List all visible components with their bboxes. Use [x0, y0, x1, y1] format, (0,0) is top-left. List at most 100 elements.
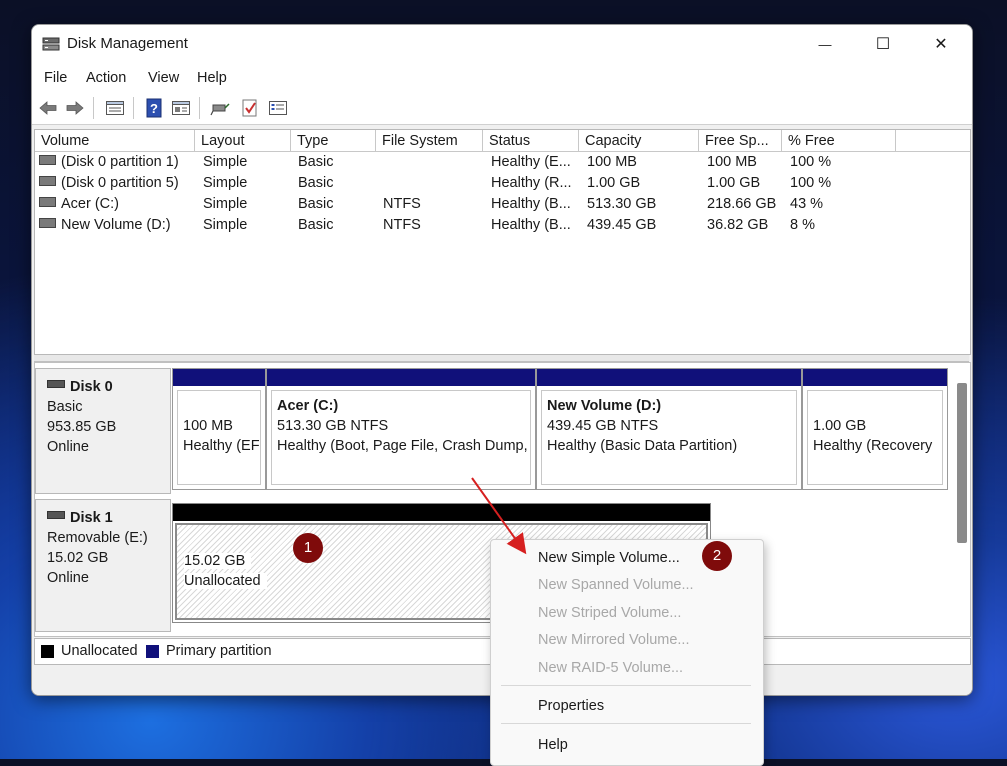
- menu-new-mirrored-volume[interactable]: New Mirrored Volume...: [538, 632, 690, 648]
- close-icon: ✕: [934, 36, 948, 53]
- partition-status: Healthy (Boot, Page File, Crash Dump,: [277, 438, 528, 454]
- table-row[interactable]: (Disk 0 partition 1): [39, 152, 193, 173]
- partition-status: Unallocated: [184, 573, 267, 589]
- partition-status: Healthy (EF: [183, 438, 260, 454]
- menu-new-striped-volume[interactable]: New Striped Volume...: [538, 605, 681, 621]
- disk-type: Basic: [47, 399, 83, 415]
- menu-new-raid5-volume[interactable]: New RAID-5 Volume...: [538, 660, 683, 676]
- volume-icon: [39, 218, 56, 229]
- partition-bar: [173, 504, 710, 521]
- maximize-icon: ☐: [875, 36, 891, 53]
- primary-partition-swatch: [146, 645, 159, 658]
- partition-efi[interactable]: 100 MB Healthy (EF: [172, 368, 266, 490]
- menu-help-item[interactable]: Help: [538, 737, 568, 753]
- column-header-layout[interactable]: Layout: [195, 130, 291, 152]
- column-header-capacity[interactable]: Capacity: [579, 130, 699, 152]
- disk-management-icon: [42, 37, 60, 51]
- column-header-volume[interactable]: Volume: [35, 130, 195, 152]
- context-menu: New Simple Volume... New Spanned Volume.…: [490, 539, 764, 766]
- menu-action[interactable]: Action: [86, 70, 126, 86]
- partition-c[interactable]: Acer (C:) 513.30 GB NTFS Healthy (Boot, …: [266, 368, 536, 490]
- details-icon[interactable]: [268, 98, 288, 118]
- cell-type: Basic: [298, 175, 334, 191]
- properties-icon[interactable]: [171, 98, 191, 118]
- legend-primary-partition: Primary partition: [166, 643, 272, 659]
- partition-title: Acer (C:): [277, 398, 339, 414]
- menu-help[interactable]: Help: [197, 70, 227, 86]
- partition-d[interactable]: New Volume (D:) 439.45 GB NTFS Healthy (…: [536, 368, 802, 490]
- back-arrow-icon[interactable]: [38, 98, 58, 118]
- menu-view[interactable]: View: [148, 70, 179, 86]
- disk-0-label[interactable]: Disk 0 Basic 953.85 GB Online: [35, 368, 171, 494]
- toolbar: ?: [32, 91, 972, 125]
- partition-bar: [803, 369, 947, 386]
- table-row[interactable]: New Volume (D:): [39, 215, 193, 236]
- toolbar-separator: [93, 97, 94, 119]
- disk-status: Online: [47, 570, 89, 586]
- partition-recovery[interactable]: 1.00 GB Healthy (Recovery: [802, 368, 948, 490]
- volume-name: Acer (C:): [61, 196, 119, 212]
- cell-capacity: 439.45 GB: [587, 217, 657, 233]
- maximize-button[interactable]: ☐: [854, 25, 912, 63]
- cell-file-system: NTFS: [383, 196, 421, 212]
- toolbar-separator: [133, 97, 134, 119]
- partition-title: New Volume (D:): [547, 398, 662, 414]
- menu-properties[interactable]: Properties: [538, 698, 604, 714]
- disk-name: Disk 0: [70, 379, 113, 395]
- forward-arrow-icon[interactable]: [65, 98, 85, 118]
- volume-icon: [39, 197, 56, 208]
- partition-title: [183, 396, 260, 416]
- disk-name: Disk 1: [70, 510, 113, 526]
- vertical-scrollbar[interactable]: [957, 383, 967, 543]
- toolbar-separator: [199, 97, 200, 119]
- volume-name: New Volume (D:): [61, 217, 171, 233]
- disk-type: Removable (E:): [47, 530, 148, 546]
- minimize-icon: —: [818, 36, 832, 52]
- cell-file-system: NTFS: [383, 217, 421, 233]
- disk-size: 953.85 GB: [47, 419, 117, 435]
- volume-icon: [39, 176, 56, 187]
- column-header-percent-free[interactable]: % Free: [782, 130, 896, 152]
- cell-free-space: 100 MB: [707, 154, 757, 170]
- connect-icon[interactable]: [210, 98, 230, 118]
- cell-type: Basic: [298, 196, 334, 212]
- partition-size: 513.30 GB NTFS: [277, 418, 389, 434]
- disk-1-label[interactable]: Disk 1 Removable (E:) 15.02 GB Online: [35, 499, 171, 632]
- partition-size: 1.00 GB: [813, 418, 867, 434]
- partition-content: New Volume (D:) 439.45 GB NTFS Healthy (…: [541, 390, 797, 485]
- cell-status: Healthy (B...: [491, 196, 571, 212]
- menu-new-simple-volume[interactable]: New Simple Volume...: [538, 550, 680, 566]
- list-view-icon[interactable]: [105, 98, 125, 118]
- cell-percent-free: 43 %: [790, 196, 824, 212]
- cell-type: Basic: [298, 154, 334, 170]
- partition-bar: [537, 369, 801, 386]
- table-row[interactable]: Acer (C:): [39, 194, 193, 215]
- partition-bar: [173, 369, 265, 386]
- column-header-file-system[interactable]: File System: [376, 130, 483, 152]
- table-row[interactable]: (Disk 0 partition 5): [39, 173, 193, 194]
- menu-bar: File Action View Help: [32, 63, 972, 91]
- disk-status: Online: [47, 439, 89, 455]
- menu-file[interactable]: File: [44, 70, 67, 86]
- cell-status: Healthy (E...: [491, 154, 571, 170]
- disk-size: 15.02 GB: [47, 550, 109, 566]
- legend-unallocated: Unallocated: [61, 643, 138, 659]
- partition-content: 100 MB Healthy (EF: [177, 390, 261, 485]
- close-button[interactable]: ✕: [912, 25, 970, 63]
- partition-size: 100 MB: [183, 418, 233, 434]
- check-icon[interactable]: [240, 98, 260, 118]
- partition-title: [813, 396, 942, 416]
- title-bar: Disk Management — ☐ ✕: [32, 25, 972, 63]
- pane-splitter[interactable]: [34, 355, 969, 362]
- minimize-button[interactable]: —: [796, 25, 854, 63]
- column-header-type[interactable]: Type: [291, 130, 376, 152]
- window-title: Disk Management: [67, 35, 188, 52]
- partition-content: 1.00 GB Healthy (Recovery: [807, 390, 943, 485]
- volume-list: Volume Layout Type File System Status Ca…: [34, 129, 971, 355]
- cell-free-space: 36.82 GB: [707, 217, 769, 233]
- column-header-free-space[interactable]: Free Sp...: [699, 130, 782, 152]
- step-1-badge: 1: [293, 533, 323, 563]
- menu-new-spanned-volume[interactable]: New Spanned Volume...: [538, 577, 694, 593]
- column-header-status[interactable]: Status: [483, 130, 579, 152]
- help-icon[interactable]: ?: [144, 98, 164, 118]
